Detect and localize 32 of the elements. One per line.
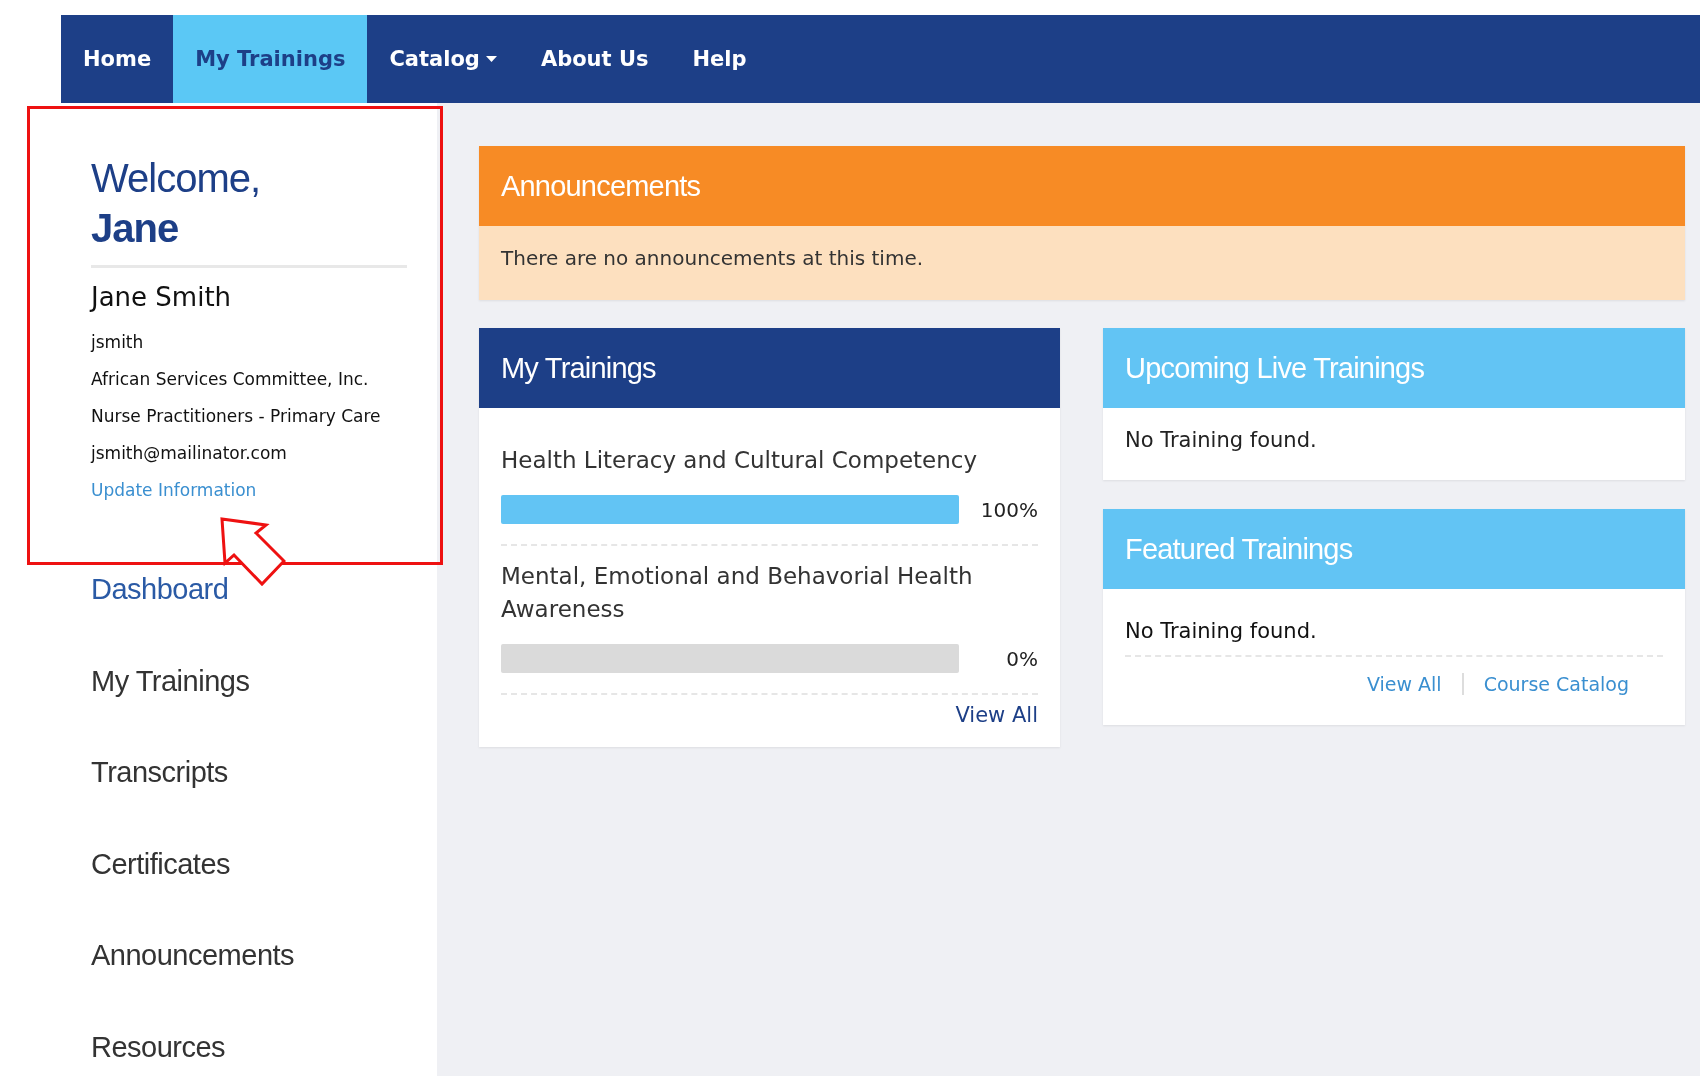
sidebar-menu-item[interactable]: My Trainings [91,660,250,752]
panel-title: Upcoming Live Trainings [1103,328,1685,408]
profile-detail: jsmith@mailinator.com [91,442,288,465]
sidebar-menu-item[interactable]: Certificates [91,843,231,935]
update-information-link[interactable]: Update Information [91,472,257,509]
nav-tab[interactable]: Catalog [367,15,519,103]
training-title: Health Literacy and Cultural Competency [501,446,979,475]
panel-link[interactable]: Course Catalog [1461,673,1649,695]
empty-message: No Training found. [1125,589,1663,657]
view-all-link[interactable]: View All [955,703,1038,727]
progress-percent: 100% [980,497,1038,522]
training-title: Mental, Emotional and Behavorial Health Awareness [501,562,974,624]
panel-title: My Trainings [479,328,1060,408]
welcome-name: Jane [91,205,180,252]
sidebar-menu-item[interactable]: Resources [91,1026,226,1071]
nav-tab[interactable]: Help [670,15,769,103]
nav-tab[interactable]: About Us [518,15,671,103]
progress-percent: 0% [1006,646,1038,671]
sidebar-menu-item[interactable]: Transcripts [91,752,228,844]
announcement-message: There are no announcements at this time. [479,226,1685,300]
profile-detail: African Services Committee, Inc. [91,368,370,391]
empty-message: No Training found. [1125,428,1318,452]
sidebar-menu-item[interactable]: Announcements [91,935,295,1027]
user-full-name: Jane Smith [91,282,233,312]
sidebar-menu-item[interactable]: Dashboard [91,569,229,661]
nav-tab[interactable]: Home [61,15,174,103]
profile-detail: jsmith [91,331,145,354]
panel-title: Announcements [479,146,1685,226]
panel-title: Featured Trainings [1103,509,1685,589]
profile-detail: Nurse Practitioners - Primary Care [91,405,382,428]
nav-tab[interactable]: My Trainings [173,15,368,103]
welcome-heading: Welcome, [91,155,262,202]
